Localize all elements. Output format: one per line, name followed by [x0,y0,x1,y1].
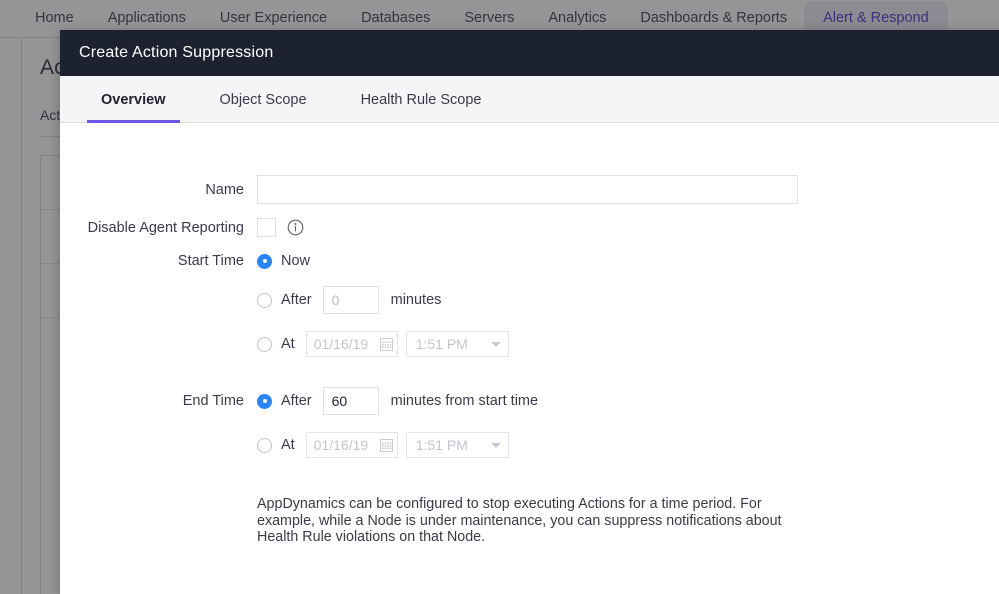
end-time-at-radio[interactable] [257,437,272,453]
end-time-at-label: At [281,437,295,453]
name-field-wrap [257,175,798,204]
end-time-at-date-value: 01/16/19 [313,437,369,453]
form-row-end-time: End Time After minutes from start time [60,387,999,415]
chevron-down-icon[interactable] [490,341,501,347]
end-time-after-label: After [281,393,312,409]
start-time-label: Start Time [177,253,244,269]
name-input[interactable] [257,175,798,204]
end-time-at-time-picker[interactable]: 1:51 PM [405,432,509,458]
start-time-at-option[interactable]: At 01/16/19 1:51 PM [257,331,509,357]
start-time-after-label: After [281,292,312,308]
start-time-now-option[interactable]: Now [257,253,310,269]
start-time-after-option[interactable]: After minutes [257,286,441,314]
end-time-after-radio[interactable] [257,393,272,409]
tab-health-rule-scope[interactable]: Health Rule Scope [347,92,496,122]
dialog-header: Create Action Suppression [60,30,999,76]
disable-agent-reporting-checkbox[interactable] [257,218,276,237]
dialog-title: Create Action Suppression [79,44,274,61]
start-time-at-radio[interactable] [257,336,272,352]
start-time-after-radio[interactable] [257,292,272,308]
end-time-label: End Time [182,393,244,409]
start-time-now-radio[interactable] [257,253,272,269]
start-time-at-date-value: 01/16/19 [313,336,369,352]
end-time-after-option[interactable]: After minutes from start time [257,387,538,415]
disable-agent-reporting-field [257,218,304,237]
start-time-after-minutes-input[interactable] [322,286,379,314]
end-time-at-date-picker[interactable]: 01/16/19 [305,432,398,458]
form-row-disable-agent-reporting: Disable Agent Reporting [60,218,999,237]
form-row-end-time-at: At 01/16/19 1:51 PM [257,432,999,458]
info-circle-icon[interactable] [287,219,304,236]
screen: Home Applications User Experience Databa… [0,0,999,594]
form-row-start-time-after: After minutes [257,286,999,314]
create-action-suppression-dialog: Create Action Suppression Overview Objec… [60,30,999,594]
dialog-tabbar: Overview Object Scope Health Rule Scope [60,76,999,123]
end-time-after-minutes-input[interactable] [322,387,379,415]
start-time-at-label: At [281,336,295,352]
start-time-now-label: Now [281,253,311,269]
form-row-name: Name [60,175,999,204]
start-time-at-time-picker[interactable]: 1:51 PM [405,331,509,357]
suppression-description: AppDynamics can be configured to stop ex… [257,496,782,546]
form-row-start-time-at: At 01/16/19 1:51 PM [257,331,999,357]
name-label: Name [205,181,244,198]
calendar-icon[interactable] [377,337,397,351]
end-time-at-time-value: 1:51 PM [415,437,468,453]
dialog-body: Name Disable Agent Reporting Start Time … [60,123,999,594]
start-time-at-date-picker[interactable]: 01/16/19 [305,331,398,357]
start-time-after-unit: minutes [390,292,442,308]
form-row-start-time: Start Time Now [60,253,999,269]
end-time-at-option[interactable]: At 01/16/19 1:51 PM [257,432,509,458]
tab-overview[interactable]: Overview [87,92,180,123]
start-time-at-time-value: 1:51 PM [415,336,468,352]
disable-agent-reporting-label: Disable Agent Reporting [87,219,244,236]
end-time-after-unit: minutes from start time [390,393,539,409]
chevron-down-icon[interactable] [490,442,501,448]
tab-object-scope[interactable]: Object Scope [206,92,321,122]
calendar-icon[interactable] [377,438,397,452]
